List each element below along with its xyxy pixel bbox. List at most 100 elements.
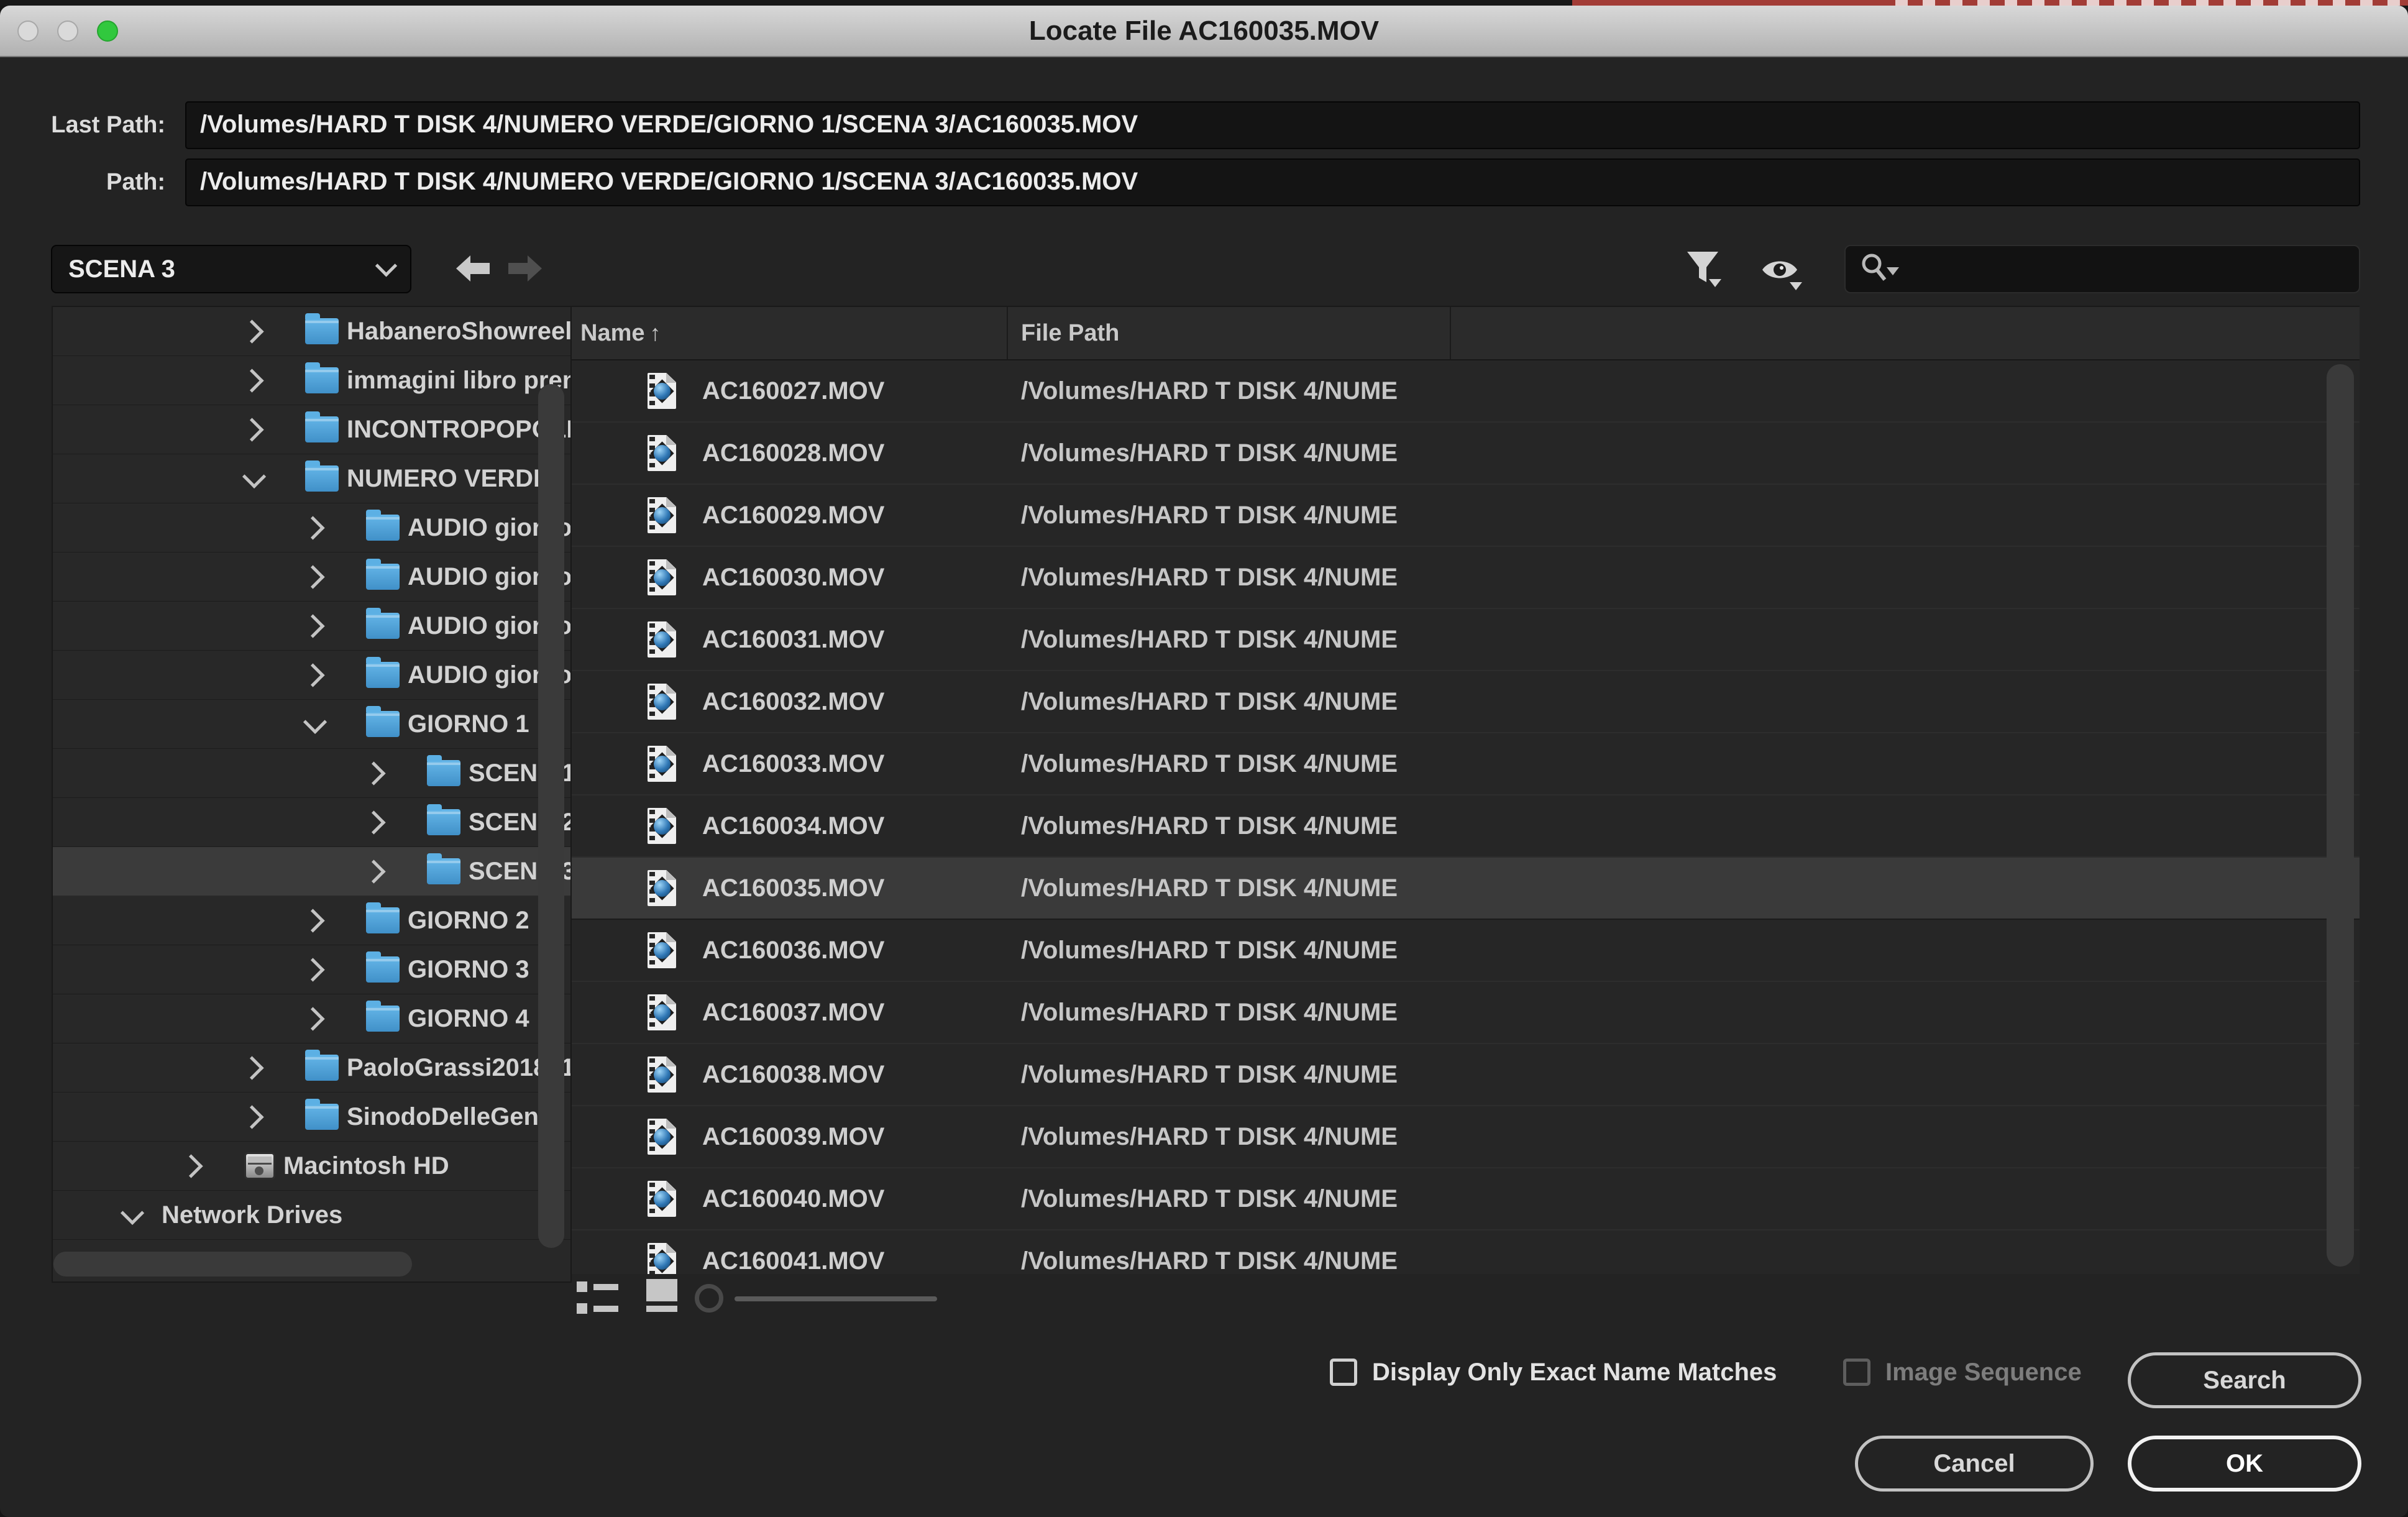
file-row-ac160027-mov[interactable]: AC160027.MOV/Volumes/HARD T DISK 4/NUME [572,360,2360,423]
file-row-ac160035-mov[interactable]: AC160035.MOV/Volumes/HARD T DISK 4/NUME [572,858,2360,920]
tree-item-audio-giorno-2[interactable]: AUDIO giorno 2 [53,552,570,602]
zoom-slider-handle[interactable] [695,1284,723,1313]
list-view-button[interactable] [577,1281,625,1314]
chevron-right-icon[interactable] [365,765,403,782]
movie-file-icon [648,1119,676,1155]
folder-icon [366,662,400,688]
thumbnail-view-button[interactable] [646,1279,677,1312]
close-button[interactable] [17,21,39,42]
search-input[interactable] [1844,245,2360,293]
forward-button[interactable] [506,254,544,283]
chevron-right-icon[interactable] [304,961,342,978]
file-row-ac160038-mov[interactable]: AC160038.MOV/Volumes/HARD T DISK 4/NUME [572,1044,2360,1106]
folder-icon [305,1055,339,1081]
file-row-ac160028-mov[interactable]: AC160028.MOV/Volumes/HARD T DISK 4/NUME [572,423,2360,485]
chevron-down-icon[interactable] [122,1207,159,1224]
movie-file-icon [648,1243,676,1274]
tree-item-sinododellegenti[interactable]: SinodoDelleGenti [53,1093,570,1142]
location-dropdown-value: SCENA 3 [68,255,175,283]
file-row-ac160034-mov[interactable]: AC160034.MOV/Volumes/HARD T DISK 4/NUME [572,795,2360,858]
ok-button[interactable]: OK [2128,1436,2361,1492]
chevron-down-icon[interactable] [304,716,342,733]
file-row-ac160029-mov[interactable]: AC160029.MOV/Volumes/HARD T DISK 4/NUME [572,485,2360,547]
tree-item-audio-giorno-1[interactable]: AUDIO giorno 1 [53,503,570,552]
tree-item-habaneroshowreel[interactable]: HabaneroShowreel [53,307,570,356]
minimize-button[interactable] [57,21,78,42]
tree-item-immagini-libro-pren[interactable]: immagini libro pren [53,356,570,405]
file-name: AC160031.MOV [702,609,1000,670]
tree-item-numero-verde[interactable]: NUMERO VERDE [53,454,570,503]
file-list-header: Name↑ File Path [572,307,2360,360]
zoom-button[interactable] [97,21,118,42]
chevron-right-icon[interactable] [304,618,342,635]
file-row-ac160039-mov[interactable]: AC160039.MOV/Volumes/HARD T DISK 4/NUME [572,1106,2360,1168]
file-path: /Volumes/HARD T DISK 4/NUME [1021,1106,1444,1167]
search-button[interactable]: Search [2128,1352,2361,1408]
tree-item-macintosh-hd[interactable]: Macintosh HD [53,1142,570,1191]
page-fold [666,1119,676,1129]
tree-item-incontropopoli[interactable]: INCONTROPOPOLI [53,405,570,454]
tree-item-giorno-3[interactable]: GIORNO 3 [53,945,570,994]
chevron-right-icon[interactable] [183,1158,220,1175]
chevron-glyph [240,1056,263,1079]
tree-horizontal-scrollbar[interactable] [53,1252,412,1276]
file-row-ac160032-mov[interactable]: AC160032.MOV/Volumes/HARD T DISK 4/NUME [572,671,2360,733]
file-row-ac160037-mov[interactable]: AC160037.MOV/Volumes/HARD T DISK 4/NUME [572,982,2360,1044]
tree-item-scena-3[interactable]: SCENA 3 [53,847,570,896]
tree-item-scena-1[interactable]: SCENA 1 [53,749,570,798]
view-options-button[interactable] [1760,256,1807,295]
tree-item-paolograssi2018-1[interactable]: PaoloGrassi2018_1 [53,1043,570,1093]
tree-item-giorno-1[interactable]: GIORNO 1 [53,700,570,749]
file-row-ac160031-mov[interactable]: AC160031.MOV/Volumes/HARD T DISK 4/NUME [572,609,2360,671]
back-button[interactable] [454,254,492,283]
file-row-ac160033-mov[interactable]: AC160033.MOV/Volumes/HARD T DISK 4/NUME [572,733,2360,795]
tree-item-scena-2[interactable]: SCENA 2 [53,798,570,847]
chevron-right-icon[interactable] [304,667,342,684]
chevron-right-icon[interactable] [244,1109,281,1125]
page-fold [666,994,676,1004]
path-field[interactable]: /Volumes/HARD T DISK 4/NUMERO VERDE/GIOR… [185,158,2360,206]
file-path: /Volumes/HARD T DISK 4/NUME [1021,920,1444,981]
chevron-right-icon[interactable] [304,569,342,585]
tree-item-network-drives[interactable]: Network Drives [53,1191,570,1240]
list-vertical-scrollbar[interactable] [2327,364,2354,1267]
file-icon-globe [654,942,671,959]
chevron-right-icon[interactable] [304,520,342,536]
folder-icon [366,907,400,933]
zoom-slider-track[interactable] [735,1296,937,1301]
chevron-right-icon[interactable] [365,863,403,880]
file-row-ac160041-mov[interactable]: AC160041.MOV/Volumes/HARD T DISK 4/NUME [572,1231,2360,1274]
file-row-ac160040-mov[interactable]: AC160040.MOV/Volumes/HARD T DISK 4/NUME [572,1168,2360,1231]
file-rows: AC160027.MOV/Volumes/HARD T DISK 4/NUMEA… [572,360,2360,1274]
chevron-right-icon[interactable] [244,323,281,340]
column-header-name[interactable]: Name↑ [580,307,661,359]
window-title: Locate File AC160035.MOV [0,6,2408,56]
tree-item-audio-giorno-3[interactable]: AUDIO giorno 3 [53,602,570,651]
column-divider[interactable] [1007,307,1008,359]
chevron-down-icon[interactable] [244,470,281,487]
file-row-ac160036-mov[interactable]: AC160036.MOV/Volumes/HARD T DISK 4/NUME [572,920,2360,982]
last-path-field: /Volumes/HARD T DISK 4/NUMERO VERDE/GIOR… [185,101,2360,149]
tree-vertical-scrollbar[interactable] [538,384,564,1248]
chevron-right-icon[interactable] [304,912,342,929]
cancel-button[interactable]: Cancel [1855,1436,2094,1492]
chevron-glyph [362,761,385,785]
column-header-file-path[interactable]: File Path [1021,307,1119,359]
image-sequence-checkbox[interactable] [1843,1359,1870,1386]
location-dropdown[interactable]: SCENA 3 [51,245,411,293]
tree-item-audio-giorno-4[interactable]: AUDIO giorno 4 [53,651,570,700]
column-divider[interactable] [1450,307,1451,359]
movie-file-icon [648,621,676,658]
chevron-right-icon[interactable] [304,1011,342,1027]
tree-item-giorno-4[interactable]: GIORNO 4 [53,994,570,1043]
folder-icon [305,416,339,442]
tree-item-giorno-2[interactable]: GIORNO 2 [53,896,570,945]
chevron-right-icon[interactable] [365,814,403,831]
background-timeline-strip [1572,0,2408,6]
chevron-right-icon[interactable] [244,1060,281,1076]
display-only-exact-checkbox[interactable] [1330,1359,1357,1386]
file-row-ac160030-mov[interactable]: AC160030.MOV/Volumes/HARD T DISK 4/NUME [572,547,2360,609]
chevron-right-icon[interactable] [244,372,281,389]
filter-button[interactable] [1685,250,1724,294]
chevron-right-icon[interactable] [244,421,281,438]
